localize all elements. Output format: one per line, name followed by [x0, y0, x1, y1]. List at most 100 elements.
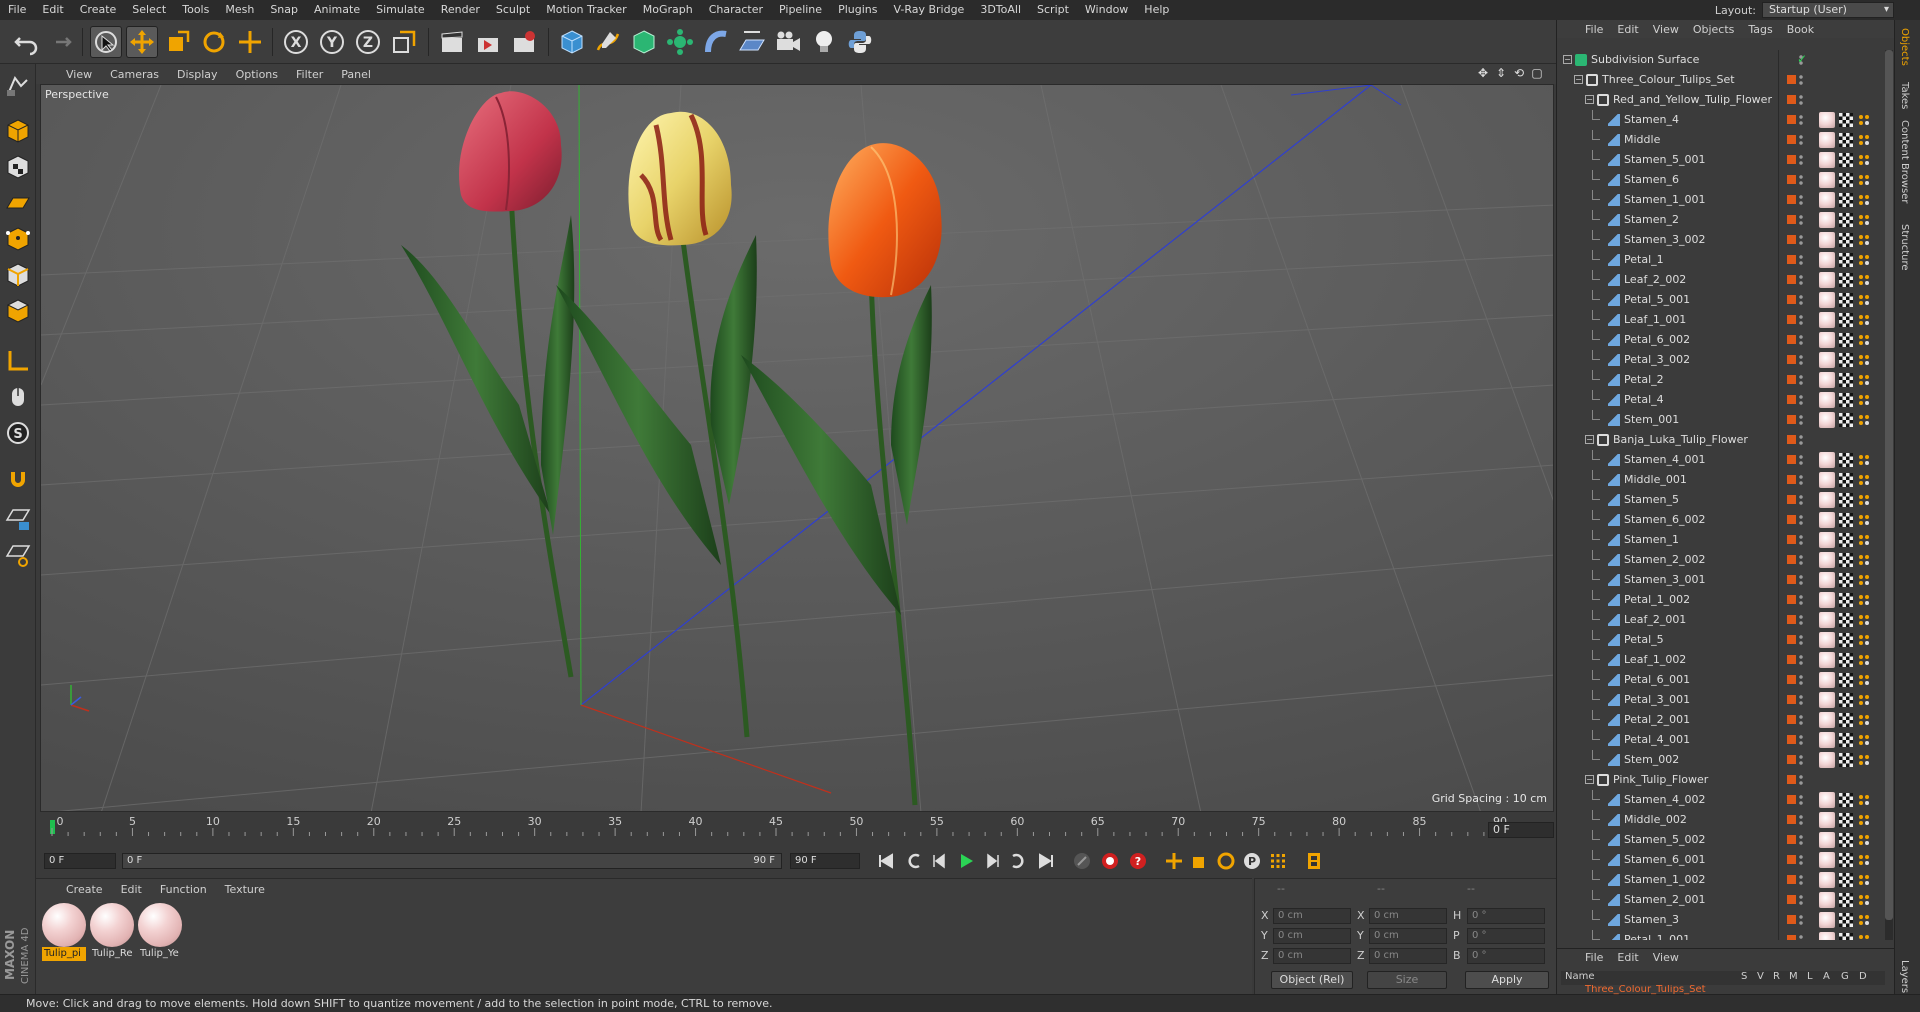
selection-tag-icon[interactable] — [1857, 693, 1871, 707]
record-mode-button[interactable] — [1070, 850, 1094, 872]
material-menu-function[interactable]: Function — [160, 883, 207, 896]
visibility-dots-icon[interactable] — [1799, 434, 1803, 446]
enabled-check-icon[interactable]: ✓ — [1797, 52, 1807, 66]
layer-menu-edit[interactable]: Edit — [1617, 951, 1638, 964]
size-z-field[interactable]: 0 cm — [1369, 948, 1447, 964]
selection-tag-icon[interactable] — [1857, 233, 1871, 247]
material-tag-icon[interactable] — [1819, 132, 1835, 148]
object-tree-row[interactable]: Stamen_6_001 — [1557, 850, 1879, 870]
layer-color-swatch[interactable] — [1787, 375, 1796, 384]
planar-workplane-button[interactable] — [3, 540, 33, 570]
play-button[interactable] — [954, 850, 978, 872]
material-tag-icon[interactable] — [1819, 872, 1835, 888]
object-tree-row[interactable]: Petal_1 — [1557, 250, 1879, 270]
snapping-button[interactable]: S — [3, 418, 33, 448]
go-to-end-button[interactable] — [1034, 850, 1058, 872]
layer-color-swatch[interactable] — [1787, 515, 1796, 524]
selection-tag-icon[interactable] — [1857, 793, 1871, 807]
layer-menu-file[interactable]: File — [1585, 951, 1603, 964]
size-mode-dropdown[interactable]: Size — [1367, 971, 1447, 989]
selection-tag-icon[interactable] — [1857, 733, 1871, 747]
object-tree-row[interactable]: Petal_5 — [1557, 630, 1879, 650]
menu-mograph[interactable]: MoGraph — [635, 0, 701, 20]
object-tree-row[interactable]: Petal_2_001 — [1557, 710, 1879, 730]
material-tag-icon[interactable] — [1819, 692, 1835, 708]
viewport-menu-options[interactable]: Options — [236, 68, 278, 81]
menu-edit[interactable]: Edit — [34, 0, 71, 20]
selection-tag-icon[interactable] — [1857, 813, 1871, 827]
selection-tag-icon[interactable] — [1857, 613, 1871, 627]
material-tag-icon[interactable] — [1819, 592, 1835, 608]
uvw-tag-icon[interactable] — [1839, 373, 1853, 387]
object-tree-row[interactable]: Leaf_1_001 — [1557, 310, 1879, 330]
uvw-tag-icon[interactable] — [1839, 833, 1853, 847]
collapse-toggle-icon[interactable]: − — [1574, 75, 1583, 84]
selection-tag-icon[interactable] — [1857, 833, 1871, 847]
material-tag-icon[interactable] — [1819, 212, 1835, 228]
selection-tag-icon[interactable] — [1857, 313, 1871, 327]
add-deformer-button[interactable] — [700, 26, 732, 58]
visibility-dots-icon[interactable] — [1799, 234, 1803, 246]
object-tree-row[interactable]: − Three_Colour_Tulips_Set — [1557, 70, 1879, 90]
material-menu-texture[interactable]: Texture — [225, 883, 265, 896]
rotation-h-field[interactable]: 0 ° — [1467, 908, 1545, 924]
material-tag-icon[interactable] — [1819, 392, 1835, 408]
collapse-toggle-icon[interactable]: − — [1585, 435, 1594, 444]
uvw-tag-icon[interactable] — [1839, 213, 1853, 227]
y-axis-lock-button[interactable]: Y — [316, 26, 348, 58]
object-tree-row[interactable]: Stamen_3_001 — [1557, 570, 1879, 590]
object-tree-row[interactable]: Stem_001 — [1557, 410, 1879, 430]
viewport-menu-filter[interactable]: Filter — [296, 68, 323, 81]
selection-tag-icon[interactable] — [1857, 913, 1871, 927]
visibility-dots-icon[interactable] — [1799, 134, 1803, 146]
workplane-mode-button[interactable] — [3, 188, 33, 218]
key-scale-button[interactable] — [1188, 850, 1212, 872]
orbit-view-icon[interactable]: ⟲ — [1512, 66, 1526, 80]
visibility-dots-icon[interactable] — [1799, 334, 1803, 346]
collapse-toggle-icon[interactable]: − — [1563, 55, 1572, 64]
rotation-b-field[interactable]: 0 ° — [1467, 948, 1545, 964]
material-tag-icon[interactable] — [1819, 252, 1835, 268]
uvw-tag-icon[interactable] — [1839, 553, 1853, 567]
visibility-dots-icon[interactable] — [1799, 94, 1803, 106]
layer-color-swatch[interactable] — [1787, 655, 1796, 664]
tab-layers[interactable]: Layers — [1899, 960, 1910, 993]
uvw-tag-icon[interactable] — [1839, 753, 1853, 767]
material-swatch[interactable]: Tulip_pi — [42, 903, 86, 961]
visibility-dots-icon[interactable] — [1799, 674, 1803, 686]
layer-color-swatch[interactable] — [1787, 635, 1796, 644]
layer-color-swatch[interactable] — [1787, 255, 1796, 264]
current-frame-field[interactable]: 0 F — [1488, 822, 1554, 838]
key-position-button[interactable] — [1162, 850, 1186, 872]
layer-color-swatch[interactable] — [1787, 295, 1796, 304]
visibility-dots-icon[interactable] — [1799, 274, 1803, 286]
layer-color-swatch[interactable] — [1787, 95, 1796, 104]
visibility-dots-icon[interactable] — [1799, 194, 1803, 206]
uvw-tag-icon[interactable] — [1839, 393, 1853, 407]
selection-tag-icon[interactable] — [1857, 373, 1871, 387]
material-tag-icon[interactable] — [1819, 632, 1835, 648]
selection-tag-icon[interactable] — [1857, 193, 1871, 207]
uvw-tag-icon[interactable] — [1839, 173, 1853, 187]
selection-tag-icon[interactable] — [1857, 213, 1871, 227]
lock-workplane-button[interactable] — [3, 504, 33, 534]
zoom-view-icon[interactable]: ⇕ — [1494, 66, 1508, 80]
layer-color-swatch[interactable] — [1787, 235, 1796, 244]
layer-color-swatch[interactable] — [1787, 315, 1796, 324]
selection-tag-icon[interactable] — [1857, 713, 1871, 727]
coordinate-system-button[interactable] — [388, 26, 420, 58]
x-axis-lock-button[interactable]: X — [280, 26, 312, 58]
visibility-dots-icon[interactable] — [1799, 634, 1803, 646]
z-axis-lock-button[interactable]: Z — [352, 26, 384, 58]
layer-color-swatch[interactable] — [1787, 815, 1796, 824]
viewport-menu-view[interactable]: View — [66, 68, 92, 81]
menu-render[interactable]: Render — [433, 0, 488, 20]
material-tag-icon[interactable] — [1819, 412, 1835, 428]
visibility-dots-icon[interactable] — [1799, 814, 1803, 826]
render-settings-button[interactable] — [508, 26, 540, 58]
material-tag-icon[interactable] — [1819, 652, 1835, 668]
points-mode-button[interactable] — [3, 224, 33, 254]
object-tree-row[interactable]: Petal_1_001 — [1557, 930, 1879, 940]
object-tree-scrollbar[interactable] — [1885, 50, 1893, 940]
menu-help[interactable]: Help — [1136, 0, 1177, 20]
